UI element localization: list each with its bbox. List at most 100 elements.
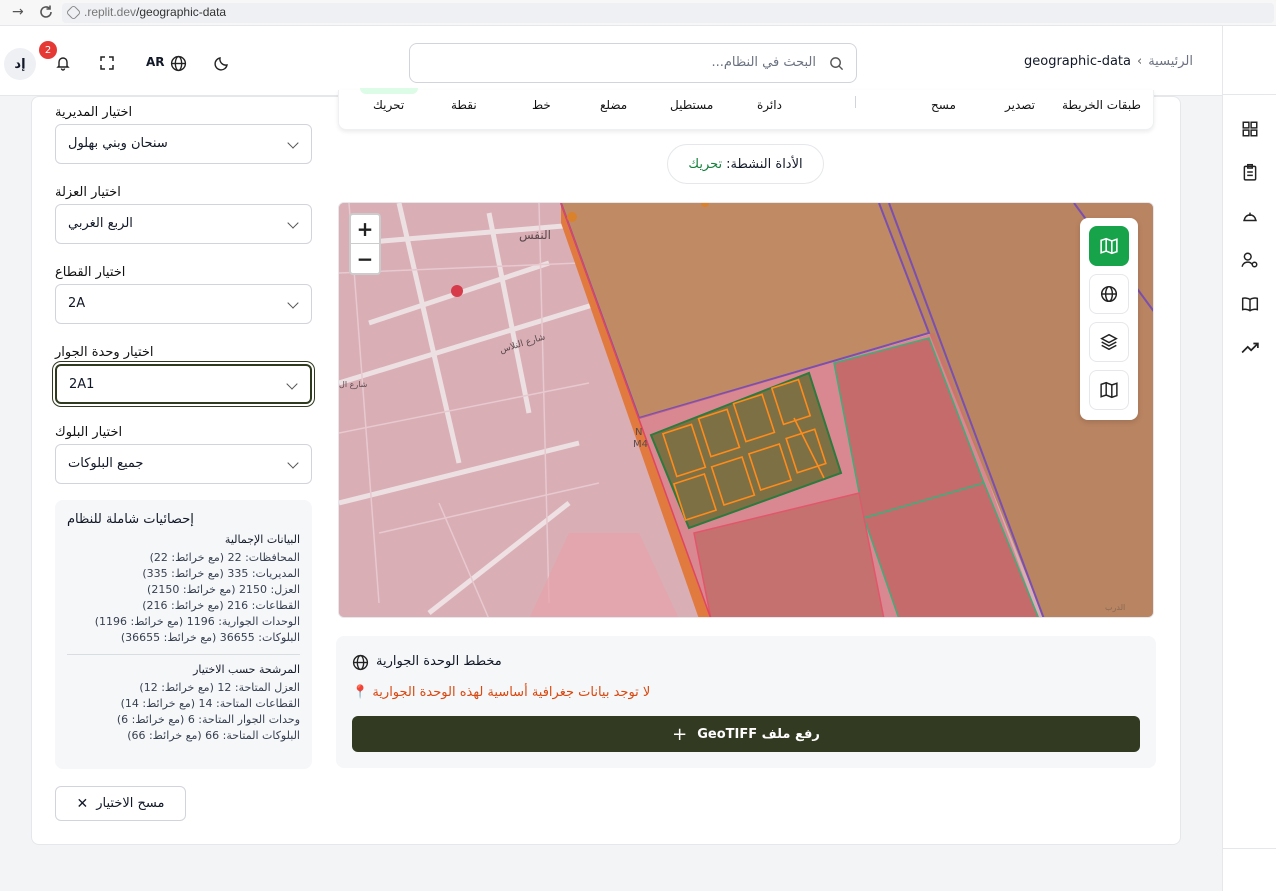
globe-icon[interactable] [164, 49, 192, 77]
tab-map-layers[interactable]: طبقات الخريطة [1062, 98, 1141, 112]
sector-value: 2A [68, 296, 86, 311]
move-tool-button[interactable]: تحريك [373, 98, 404, 112]
helmet-icon[interactable] [1241, 207, 1259, 225]
user-settings-icon[interactable] [1241, 251, 1259, 269]
clear-selection-button[interactable]: ✕ مسح الاختيار [55, 786, 186, 821]
clipboard-icon[interactable] [1241, 163, 1259, 181]
pin-icon: 📍 [352, 685, 369, 700]
breadcrumb: geographic-data ‹ الرئيسية [1024, 54, 1193, 69]
forward-icon[interactable]: → [12, 4, 24, 20]
map-label: الدرب [1105, 603, 1126, 612]
circle-tool-button[interactable]: دائرة [757, 98, 782, 112]
url-path: /geographic-data [136, 5, 227, 19]
upload-geotiff-button[interactable]: رفع ملف GeoTIFF + [352, 716, 1140, 752]
upload-label: رفع ملف GeoTIFF [697, 726, 820, 742]
uzla-select[interactable]: الربع الغربي [55, 204, 312, 244]
stat-line: المحافظات: 22 (مع خرائط: 22) [149, 551, 300, 564]
map-label: شارع ال [339, 380, 368, 389]
stat-line: البلوكات: 36655 (مع خرائط: 36655) [120, 631, 300, 644]
stat-line: المديريات: 335 (مع خرائط: 335) [142, 567, 300, 580]
zoom-in-button[interactable]: + [351, 215, 379, 244]
trending-up-icon[interactable] [1241, 339, 1259, 357]
map-label: النفس [519, 228, 551, 242]
layers-icon [1100, 333, 1118, 351]
clear-tool-button[interactable]: مسح [931, 98, 956, 112]
globe-icon [352, 654, 369, 675]
zoom-out-button[interactable]: − [351, 244, 379, 273]
line-tool-button[interactable]: خط [532, 98, 551, 112]
plus-icon: + [672, 723, 688, 745]
stats-panel: إحصائيات شاملة للنظام البيانات الإجمالية… [55, 500, 312, 769]
link-icon [65, 4, 82, 21]
block-label: اختيار البلوك [55, 425, 123, 440]
polygon-tool-button[interactable]: مضلع [600, 98, 627, 112]
map-icon [1100, 381, 1118, 399]
map-icon [1100, 237, 1118, 255]
map-view-button[interactable] [1089, 226, 1129, 266]
point-tool-button[interactable]: نقطة [451, 98, 477, 112]
warning-text: لا توجد بيانات جغرافية أساسية لهذه الوحد… [372, 685, 651, 700]
search-icon [829, 56, 844, 75]
language-toggle[interactable]: AR [146, 55, 165, 69]
stat-line: القطاعات: 216 (مع خرائط: 216) [142, 599, 300, 612]
toolbar-separator [855, 96, 856, 108]
map-tiles [339, 203, 1153, 617]
moon-icon[interactable] [208, 49, 236, 77]
rectangle-tool-button[interactable]: مستطيل [670, 98, 713, 112]
sector-select[interactable]: 2A [55, 284, 312, 324]
basemap-button[interactable] [1089, 370, 1129, 410]
filtered-title: المرشحة حسب الاختيار [193, 663, 300, 676]
stat-line: الوحدات الجوارية: 1196 (مع خرائط: 1196) [94, 615, 300, 628]
breadcrumb-home[interactable]: الرئيسية [1148, 54, 1193, 69]
active-tool-value: تحريك [688, 156, 723, 172]
chevron-down-icon [287, 457, 299, 469]
plan-title-text: مخطط الوحدة الجوارية [376, 654, 502, 669]
map-label: N [635, 427, 643, 438]
map-canvas[interactable]: النفس شارع النلاس شارع ال الدرب N M4 [338, 202, 1154, 618]
zoom-control: + − [349, 213, 381, 275]
map-layer-panel [1080, 218, 1138, 420]
book-icon[interactable] [1241, 295, 1259, 313]
search-box[interactable] [409, 43, 857, 83]
chevron-down-icon [286, 378, 298, 390]
totals-title: البيانات الإجمالية [224, 533, 300, 546]
chevron-down-icon [287, 297, 299, 309]
satellite-view-button[interactable] [1089, 274, 1129, 314]
stat-line: البلوكات المتاحة: 66 (مع خرائط: 66) [127, 729, 300, 742]
neighborhood-plan-title: مخطط الوحدة الجوارية [376, 654, 502, 669]
search-input[interactable] [416, 55, 816, 70]
stat-line: العزل: 2150 (مع خرائط: 2150) [147, 583, 300, 596]
address-bar[interactable]: .replit.dev/geographic-data [62, 3, 1274, 23]
block-select[interactable]: جميع البلوكات [55, 444, 312, 484]
browser-bar: → .replit.dev/geographic-data [0, 0, 1276, 26]
globe-icon [1100, 285, 1118, 303]
dashboard-icon[interactable] [1241, 120, 1259, 138]
sidebar-collapsed [1222, 26, 1276, 891]
divider [67, 654, 300, 655]
chevron-down-icon [287, 217, 299, 229]
url-host: .replit.dev [84, 5, 137, 19]
uzla-value: الربع الغربي [68, 216, 133, 231]
active-tool-label: الأداة النشطة: [726, 156, 803, 172]
fullscreen-icon[interactable] [93, 49, 121, 77]
close-icon: ✕ [76, 795, 89, 812]
export-button[interactable]: تصدير [1005, 98, 1035, 112]
neighborhood-value: 2A1 [69, 377, 95, 392]
map-label: M4 [633, 439, 648, 450]
sector-label: اختيار القطاع [55, 265, 126, 280]
avatar[interactable]: إد [4, 48, 36, 80]
chevron-down-icon [287, 137, 299, 149]
directorate-select[interactable]: سنحان وبني بهلول [55, 124, 312, 164]
neighborhood-label: اختيار وحدة الجوار [55, 345, 154, 360]
directorate-value: سنحان وبني بهلول [68, 136, 168, 151]
chevron-left-icon: ‹ [1137, 54, 1143, 69]
layers-button[interactable] [1089, 322, 1129, 362]
stat-line: وحدات الجوار المتاحة: 6 (مع خرائط: 6) [116, 713, 300, 726]
active-tool-chip: الأداة النشطة: تحريك [667, 144, 824, 184]
reload-icon[interactable] [38, 4, 54, 24]
active-tool-indicator [360, 88, 418, 94]
no-data-warning: لا توجد بيانات جغرافية أساسية لهذه الوحد… [352, 685, 650, 700]
clear-selection-label: مسح الاختيار [96, 796, 165, 811]
neighborhood-select[interactable]: 2A1 [55, 364, 312, 404]
stat-line: القطاعات المتاحة: 14 (مع خرائط: 14) [120, 697, 300, 710]
